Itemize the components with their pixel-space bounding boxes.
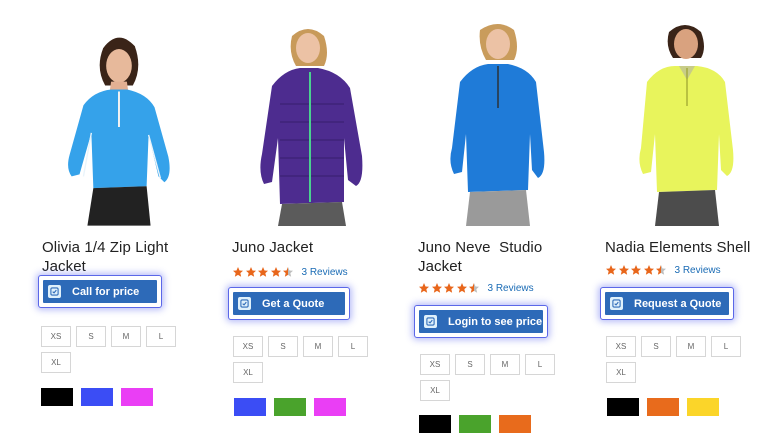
color-swatch[interactable]: [499, 415, 531, 433]
color-swatch[interactable]: [459, 415, 491, 433]
star-icon: [270, 266, 282, 278]
reviews-link[interactable]: 3 Reviews: [675, 265, 721, 276]
star-icon: [630, 264, 642, 276]
quote-button-frame: Get a Quote: [228, 287, 350, 320]
quote-icon: [610, 297, 623, 310]
size-option[interactable]: XL: [233, 362, 263, 383]
star-rating: [418, 282, 481, 294]
star-icon: [618, 264, 630, 276]
call-for-price-button[interactable]: Call for price: [43, 280, 157, 303]
product-image[interactable]: [44, 28, 192, 226]
size-option[interactable]: L: [711, 336, 741, 357]
size-options: XS S M L XL: [233, 336, 403, 388]
star-rating: [605, 264, 668, 276]
size-option[interactable]: M: [303, 336, 333, 357]
size-option[interactable]: XS: [420, 354, 450, 375]
quote-button-frame: Login to see price: [414, 305, 548, 338]
quote-icon: [48, 285, 61, 298]
size-option[interactable]: S: [268, 336, 298, 357]
size-option[interactable]: S: [641, 336, 671, 357]
color-options: [607, 398, 727, 416]
product-card: Nadia Elements Shell 3 Reviews Request a…: [600, 0, 776, 438]
color-swatch[interactable]: [81, 388, 113, 406]
size-options: XS S M L XL: [606, 336, 776, 388]
reviews-link[interactable]: 3 Reviews: [302, 267, 348, 278]
size-options: XS S M L XL: [420, 354, 590, 406]
size-option[interactable]: L: [146, 326, 176, 347]
quote-icon: [424, 315, 437, 328]
color-swatch[interactable]: [274, 398, 306, 416]
half-star-icon: [655, 264, 667, 276]
color-swatch[interactable]: [419, 415, 451, 433]
color-swatch[interactable]: [607, 398, 639, 416]
product-card: Olivia 1/4 Zip Light Jacket Call for pri…: [38, 0, 218, 438]
color-options: [419, 415, 539, 433]
star-icon: [643, 264, 655, 276]
product-card: Juno Neve Studio Jacket 3 Reviews Login …: [414, 0, 594, 438]
star-icon: [232, 266, 244, 278]
color-swatch[interactable]: [647, 398, 679, 416]
color-swatch[interactable]: [687, 398, 719, 416]
star-icon: [245, 266, 257, 278]
product-name[interactable]: Nadia Elements Shell: [605, 238, 750, 257]
star-icon: [443, 282, 455, 294]
size-option[interactable]: S: [76, 326, 106, 347]
star-rating: [232, 266, 295, 278]
login-to-see-price-button[interactable]: Login to see price: [419, 310, 543, 333]
color-swatch[interactable]: [41, 388, 73, 406]
color-swatch[interactable]: [314, 398, 346, 416]
product-rating: 3 Reviews: [232, 266, 348, 278]
product-card: Juno Jacket 3 Reviews Get a Quote XS S M…: [228, 0, 408, 438]
product-image[interactable]: [434, 22, 564, 226]
product-rating: 3 Reviews: [605, 264, 721, 276]
star-icon: [257, 266, 269, 278]
product-name[interactable]: Juno Neve Studio Jacket: [418, 238, 542, 276]
reviews-link[interactable]: 3 Reviews: [488, 283, 534, 294]
star-icon: [605, 264, 617, 276]
color-options: [234, 398, 354, 416]
half-star-icon: [468, 282, 480, 294]
size-option[interactable]: L: [338, 336, 368, 357]
size-option[interactable]: M: [676, 336, 706, 357]
color-swatch[interactable]: [234, 398, 266, 416]
size-options: XS S M L XL: [41, 326, 211, 378]
star-icon: [418, 282, 430, 294]
size-option[interactable]: XL: [41, 352, 71, 373]
size-option[interactable]: S: [455, 354, 485, 375]
request-a-quote-button[interactable]: Request a Quote: [605, 292, 729, 315]
star-icon: [456, 282, 468, 294]
product-image[interactable]: [248, 26, 380, 226]
size-option[interactable]: L: [525, 354, 555, 375]
quote-button-frame: Call for price: [38, 275, 162, 308]
size-option[interactable]: XS: [606, 336, 636, 357]
quote-icon: [238, 297, 251, 310]
product-name[interactable]: Olivia 1/4 Zip Light Jacket: [42, 238, 168, 276]
product-rating: 3 Reviews: [418, 282, 534, 294]
half-star-icon: [282, 266, 294, 278]
quote-button-frame: Request a Quote: [600, 287, 734, 320]
color-options: [41, 388, 161, 406]
size-option[interactable]: M: [111, 326, 141, 347]
product-image[interactable]: [621, 22, 753, 226]
star-icon: [431, 282, 443, 294]
size-option[interactable]: XL: [420, 380, 450, 401]
size-option[interactable]: XS: [233, 336, 263, 357]
size-option[interactable]: M: [490, 354, 520, 375]
color-swatch[interactable]: [121, 388, 153, 406]
size-option[interactable]: XL: [606, 362, 636, 383]
get-a-quote-button[interactable]: Get a Quote: [233, 292, 345, 315]
product-name[interactable]: Juno Jacket: [232, 238, 313, 257]
size-option[interactable]: XS: [41, 326, 71, 347]
